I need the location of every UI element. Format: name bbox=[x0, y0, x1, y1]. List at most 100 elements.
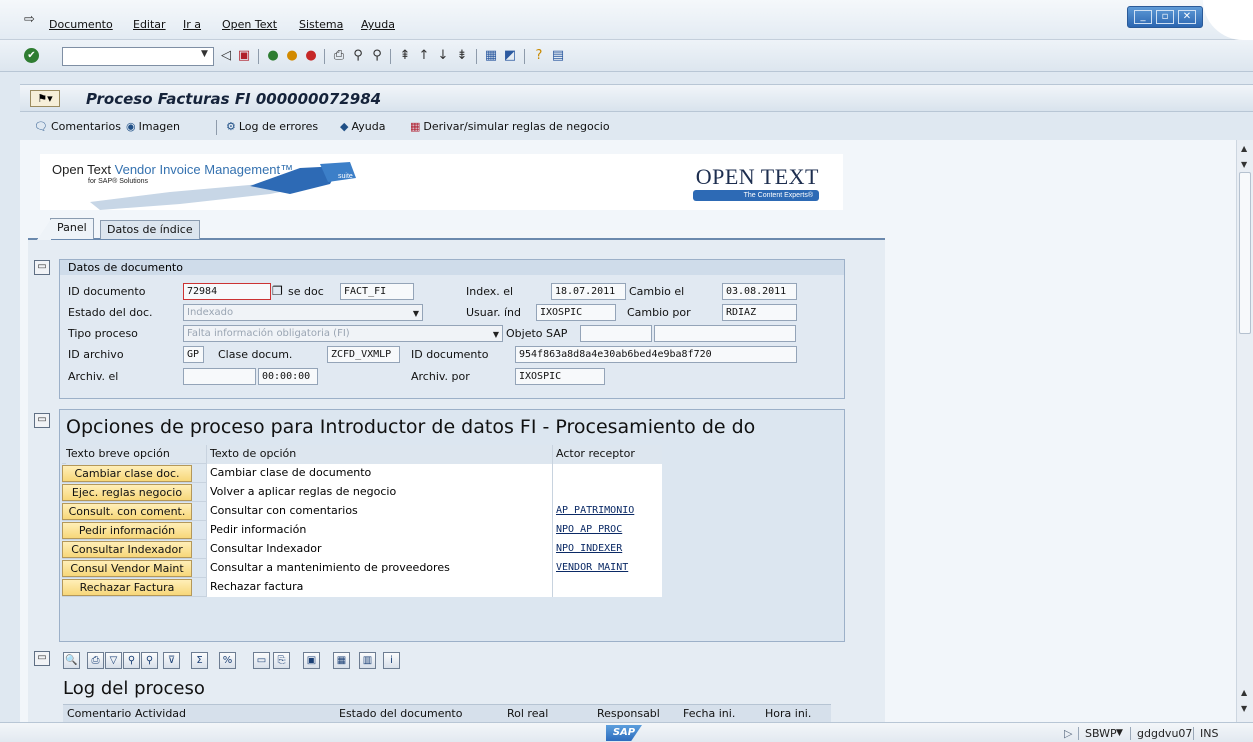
close-icon[interactable]: ✕ bbox=[1178, 10, 1196, 24]
print-icon[interactable]: ⎙ bbox=[331, 48, 347, 64]
layout-menu-icon[interactable]: ▤ bbox=[550, 48, 566, 64]
cancel-icon[interactable]: ● bbox=[303, 48, 319, 64]
log-col-comentario[interactable]: Comentario bbox=[67, 707, 131, 720]
exit-icon[interactable]: ● bbox=[284, 48, 300, 64]
command-dropdown-icon[interactable]: ▼ bbox=[201, 49, 208, 59]
option-actor[interactable]: AP PATRIMONIO bbox=[552, 502, 662, 521]
find-icon[interactable]: ⚲ bbox=[123, 652, 140, 669]
archiv-por-field[interactable]: IXOSPIC bbox=[515, 368, 605, 385]
option-actor[interactable]: VENDOR MAINT bbox=[552, 559, 662, 578]
usuar-ind-field[interactable]: IXOSPIC bbox=[536, 304, 616, 321]
comentarios-button[interactable]: 🗨 Comentarios bbox=[34, 120, 121, 133]
scroll-down-icon[interactable]: ▼ bbox=[1241, 160, 1247, 169]
option-actor[interactable] bbox=[552, 578, 662, 597]
scroll-up-icon[interactable]: ▲ bbox=[1241, 688, 1247, 697]
info-icon[interactable]: i bbox=[383, 652, 400, 669]
log-col-estado[interactable]: Estado del documento bbox=[339, 707, 462, 720]
services-for-object-icon[interactable]: ⚑▾ bbox=[30, 90, 60, 107]
dropdown-arrow-icon[interactable]: ▼ bbox=[413, 306, 419, 320]
next-page-icon[interactable]: ↓ bbox=[435, 48, 451, 64]
scroll-thumb[interactable] bbox=[1239, 172, 1251, 334]
index-el-field[interactable]: 18.07.2011 bbox=[551, 283, 626, 300]
sum-icon[interactable]: Σ bbox=[191, 652, 208, 669]
scroll-up-icon[interactable]: ▲ bbox=[1241, 144, 1247, 153]
tab-datos-indice[interactable]: Datos de índice bbox=[100, 220, 200, 239]
objeto-sap-key-field[interactable] bbox=[654, 325, 796, 342]
cambio-por-field[interactable]: RDIAZ bbox=[722, 304, 797, 321]
id-documento-field[interactable]: 72984 bbox=[183, 283, 271, 300]
tab-panel[interactable]: Panel bbox=[37, 218, 94, 240]
archiv-el-time-field[interactable]: 00:00:00 bbox=[258, 368, 318, 385]
back-icon[interactable]: ● bbox=[265, 48, 281, 64]
log-col-responsable[interactable]: Responsabl bbox=[597, 707, 660, 720]
menu-editar[interactable]: Editar bbox=[133, 18, 166, 31]
clase-doc-field[interactable]: FACT_FI bbox=[340, 283, 414, 300]
dropdown-arrow-icon[interactable]: ▼ bbox=[493, 327, 499, 341]
cambio-el-field[interactable]: 03.08.2011 bbox=[722, 283, 797, 300]
option-button-pedir-info[interactable]: Pedir información bbox=[62, 522, 192, 539]
system-dropdown-icon[interactable]: ▼ bbox=[1116, 728, 1123, 738]
views-icon[interactable]: ▣ bbox=[303, 652, 320, 669]
log-col-fecha-ini[interactable]: Fecha ini. bbox=[683, 707, 735, 720]
ayuda-button[interactable]: ◆ Ayuda bbox=[340, 120, 385, 133]
option-actor[interactable]: NPO INDEXER bbox=[552, 540, 662, 559]
option-button-consul-vendor[interactable]: Consul Vendor Maint bbox=[62, 560, 192, 577]
collapse-log-icon[interactable]: ▭ bbox=[34, 651, 50, 666]
previous-page-icon[interactable]: ↑ bbox=[416, 48, 432, 64]
help-icon[interactable]: ? bbox=[531, 48, 547, 64]
menu-documento[interactable]: Documento bbox=[49, 18, 113, 31]
copy-icon[interactable]: ❐ bbox=[272, 284, 283, 298]
find-icon[interactable]: ⚲ bbox=[350, 48, 366, 64]
save-icon[interactable]: ▣ bbox=[236, 48, 252, 64]
last-page-icon[interactable]: ⇟ bbox=[454, 48, 470, 64]
clase-docum-field[interactable]: ZCFD_VXMLP bbox=[327, 346, 400, 363]
log-col-rol-real[interactable]: Rol real bbox=[507, 707, 548, 720]
minimize-icon[interactable]: _ bbox=[1134, 10, 1152, 24]
menu-ayuda[interactable]: Ayuda bbox=[361, 18, 395, 31]
set-filter-icon[interactable]: ⊽ bbox=[163, 652, 180, 669]
command-field[interactable] bbox=[62, 47, 214, 66]
enter-check-icon[interactable]: ✔ bbox=[24, 48, 39, 63]
objeto-sap-type-field[interactable] bbox=[580, 325, 652, 342]
id-documento-archivo-field[interactable]: 954f863a8d8a4e30ab6bed4e9ba8f720 bbox=[515, 346, 797, 363]
print-icon[interactable]: ⎙ bbox=[87, 652, 104, 669]
insert-mode[interactable]: INS bbox=[1200, 727, 1218, 740]
collapse-options-icon[interactable]: ▭ bbox=[34, 413, 50, 428]
tipo-proceso-dropdown[interactable]: Falta información obligatoria (FI) ▼ bbox=[183, 325, 503, 342]
restore-icon[interactable]: ▫ bbox=[1156, 10, 1174, 24]
log-col-hora-ini[interactable]: Hora ini. bbox=[765, 707, 811, 720]
id-archivo-field[interactable]: GP bbox=[183, 346, 204, 363]
status-expand-icon[interactable]: ▷ bbox=[1064, 727, 1072, 740]
menu-ir-a[interactable]: Ir a bbox=[183, 18, 201, 31]
find-next-icon[interactable]: ⚲ bbox=[141, 652, 158, 669]
derivar-button[interactable]: ▦ Derivar/simular reglas de negocio bbox=[410, 120, 610, 133]
option-button-ejec-reglas[interactable]: Ejec. reglas negocio bbox=[62, 484, 192, 501]
menu-open-text[interactable]: Open Text bbox=[222, 18, 277, 31]
graphics-icon[interactable]: ▥ bbox=[359, 652, 376, 669]
export-icon[interactable]: ⎘ bbox=[273, 652, 290, 669]
layout-grid-icon[interactable]: ▦ bbox=[333, 652, 350, 669]
subtotal-icon[interactable]: % bbox=[219, 652, 236, 669]
option-button-cambiar-clase[interactable]: Cambiar clase doc. bbox=[62, 465, 192, 482]
scroll-down-icon[interactable]: ▼ bbox=[1241, 704, 1247, 713]
filter-icon[interactable]: ▽ bbox=[105, 652, 122, 669]
menu-exit-icon[interactable]: ⇨ bbox=[24, 12, 35, 27]
find-next-icon[interactable]: ⚲ bbox=[369, 48, 385, 64]
archiv-el-date-field[interactable] bbox=[183, 368, 256, 385]
option-button-consultar-indexador[interactable]: Consultar Indexador bbox=[62, 541, 192, 558]
back-triangle-icon[interactable]: ◁ bbox=[218, 48, 234, 64]
estado-dropdown[interactable]: Indexado ▼ bbox=[183, 304, 423, 321]
print-preview-icon[interactable]: ▭ bbox=[253, 652, 270, 669]
option-actor[interactable] bbox=[552, 464, 662, 483]
menu-sistema[interactable]: Sistema bbox=[299, 18, 343, 31]
details-icon[interactable]: 🔍 bbox=[63, 652, 80, 669]
option-actor[interactable]: NPO AP PROC bbox=[552, 521, 662, 540]
option-button-consult-coment[interactable]: Consult. con coment. bbox=[62, 503, 192, 520]
collapse-doc-icon[interactable]: ▭ bbox=[34, 260, 50, 275]
log-errores-button[interactable]: ⚙ Log de errores bbox=[226, 120, 318, 133]
first-page-icon[interactable]: ⇞ bbox=[397, 48, 413, 64]
new-session-icon[interactable]: ▦ bbox=[483, 48, 499, 64]
option-actor[interactable] bbox=[552, 483, 662, 502]
shortcut-icon[interactable]: ◩ bbox=[502, 48, 518, 64]
option-button-rechazar[interactable]: Rechazar Factura bbox=[62, 579, 192, 596]
